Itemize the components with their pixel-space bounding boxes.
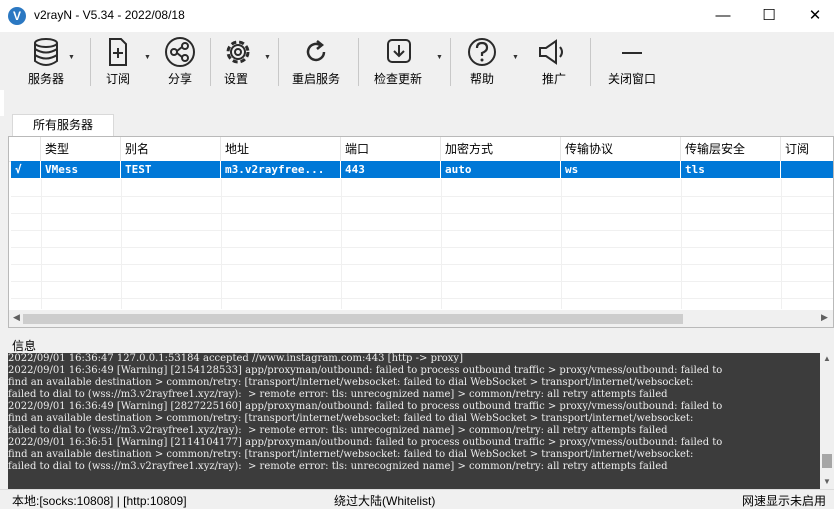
chevron-down-icon: ▼ — [144, 54, 151, 61]
close-window-button[interactable]: 关闭窗口 — [604, 36, 660, 88]
settings-label: 设置 — [224, 72, 249, 86]
log-panel: 2022/09/01 16:36:47 127.0.0.1:53184 acce… — [8, 353, 834, 489]
column-header-tls[interactable]: 传输层安全 — [681, 137, 781, 161]
settings-button[interactable]: 设置 ▼ — [218, 36, 272, 88]
share-label: 分享 — [167, 72, 192, 86]
grid-line — [11, 264, 833, 265]
database-icon — [34, 38, 58, 66]
column-header-alias[interactable]: 别名 — [121, 137, 221, 161]
scrollbar-thumb[interactable] — [23, 314, 683, 324]
grid-line — [11, 196, 833, 197]
grid-line — [11, 281, 833, 282]
add-document-icon — [109, 38, 127, 66]
subscribe-label: 订阅 — [105, 72, 130, 86]
minus-icon — [622, 52, 642, 54]
cell-port: 443 — [341, 161, 441, 178]
scroll-right-icon[interactable]: ▶ — [821, 312, 828, 323]
refresh-icon — [306, 40, 326, 62]
cell-network: ws — [561, 161, 681, 178]
column-header-active[interactable] — [9, 137, 41, 161]
title-bar: V v2rayN - V5.34 - 2022/08/18 — ☐ ✕ — [0, 0, 834, 32]
cell-type: VMess — [41, 161, 121, 178]
toolbar-separator — [358, 38, 359, 86]
gear-icon — [226, 40, 250, 64]
toolbar-separator — [278, 38, 279, 86]
chevron-down-icon: ▼ — [264, 54, 271, 61]
active-marker: √ — [11, 161, 41, 178]
share-button[interactable]: 分享 — [158, 36, 202, 88]
server-list-header: 类型 别名 地址 端口 加密方式 传输协议 传输层安全 订阅 — [9, 137, 833, 162]
cell-alias: TEST — [121, 161, 221, 178]
toolbar: 服务器 ▼ 订阅 ▼ 分享 设置 ▼ 重启服务 检查更新 ▼ 帮助 ▼ 推广 关… — [0, 32, 834, 90]
speed-status: 网速显示未启用 — [742, 494, 827, 508]
restart-service-label: 重启服务 — [291, 72, 340, 86]
column-header-address[interactable]: 地址 — [221, 137, 341, 161]
grid-line — [121, 179, 122, 309]
grid-line — [11, 247, 833, 248]
horizontal-scrollbar[interactable]: ◀ ▶ — [9, 310, 833, 327]
megaphone-icon — [539, 39, 563, 65]
grid-line — [681, 179, 682, 309]
column-header-security[interactable]: 加密方式 — [441, 137, 561, 161]
column-header-type[interactable]: 类型 — [41, 137, 121, 161]
column-header-subscription[interactable]: 订阅 — [781, 137, 833, 161]
maximize-button[interactable]: ☐ — [746, 0, 792, 32]
table-row[interactable]: √ VMess TEST m3.v2rayfree... 443 auto ws… — [11, 161, 833, 178]
vertical-scrollbar[interactable]: ▲ ▼ — [820, 353, 834, 489]
cell-address: m3.v2rayfree... — [221, 161, 341, 178]
column-header-network[interactable]: 传输协议 — [561, 137, 681, 161]
grid-line — [341, 179, 342, 309]
close-button[interactable]: ✕ — [792, 0, 834, 32]
check-update-label: 检查更新 — [373, 72, 422, 86]
chevron-down-icon: ▼ — [436, 54, 443, 61]
server-tabs: 所有服务器 — [8, 114, 834, 136]
close-window-label: 关闭窗口 — [607, 72, 656, 86]
scrollbar-thumb[interactable] — [822, 454, 832, 468]
help-label: 帮助 — [469, 72, 494, 86]
window-title: v2rayN - V5.34 - 2022/08/18 — [34, 8, 185, 22]
grid-line — [41, 179, 42, 309]
column-header-port[interactable]: 端口 — [341, 137, 441, 161]
toolbar-separator — [450, 38, 451, 86]
download-icon — [387, 39, 411, 63]
v2rayn-logo-icon: V — [8, 7, 26, 25]
grid-line — [11, 298, 833, 299]
servers-button[interactable]: 服务器 ▼ — [18, 36, 75, 88]
local-ports-status: 本地:[socks:10808] | [http:10809] — [12, 494, 187, 508]
toolbar-separator — [590, 38, 591, 86]
grid-line — [561, 179, 562, 309]
check-update-button[interactable]: 检查更新 ▼ — [366, 36, 443, 88]
grid-line — [781, 179, 782, 309]
tab-all-servers[interactable]: 所有服务器 — [12, 114, 114, 136]
side-strip — [0, 90, 4, 116]
toolbar-separator — [90, 38, 91, 86]
servers-label: 服务器 — [27, 72, 64, 86]
server-list: 类型 别名 地址 端口 加密方式 传输协议 传输层安全 订阅 √ VMess T… — [8, 136, 834, 328]
chevron-down-icon: ▼ — [68, 54, 75, 61]
log-output[interactable]: 2022/09/01 16:36:47 127.0.0.1:53184 acce… — [8, 353, 816, 473]
cell-subscription — [781, 161, 833, 178]
grid-line — [441, 179, 442, 309]
grid-line — [11, 213, 833, 214]
routing-mode-status[interactable]: 绕过大陆(Whitelist) — [334, 492, 435, 509]
cell-tls: tls — [681, 161, 781, 178]
help-button[interactable]: 帮助 ▼ — [458, 36, 520, 88]
subscribe-button[interactable]: 订阅 ▼ — [100, 36, 151, 88]
scroll-up-icon[interactable]: ▲ — [823, 354, 831, 363]
share-icon — [165, 37, 195, 67]
promote-label: 推广 — [541, 72, 566, 86]
scroll-down-icon[interactable]: ▼ — [823, 477, 831, 486]
promote-button[interactable]: 推广 — [530, 36, 578, 88]
chevron-down-icon: ▼ — [512, 54, 519, 61]
minimize-button[interactable]: — — [700, 0, 746, 32]
info-label: 信息 — [12, 339, 37, 353]
toolbar-separator — [210, 38, 211, 86]
scroll-left-icon[interactable]: ◀ — [13, 312, 20, 323]
grid-line — [221, 179, 222, 309]
restart-service-button[interactable]: 重启服务 — [286, 36, 346, 88]
cell-security: auto — [441, 161, 561, 178]
help-icon — [468, 38, 496, 66]
status-bar: 本地:[socks:10808] | [http:10809] 绕过大陆(Whi… — [0, 489, 834, 509]
grid-line — [11, 230, 833, 231]
